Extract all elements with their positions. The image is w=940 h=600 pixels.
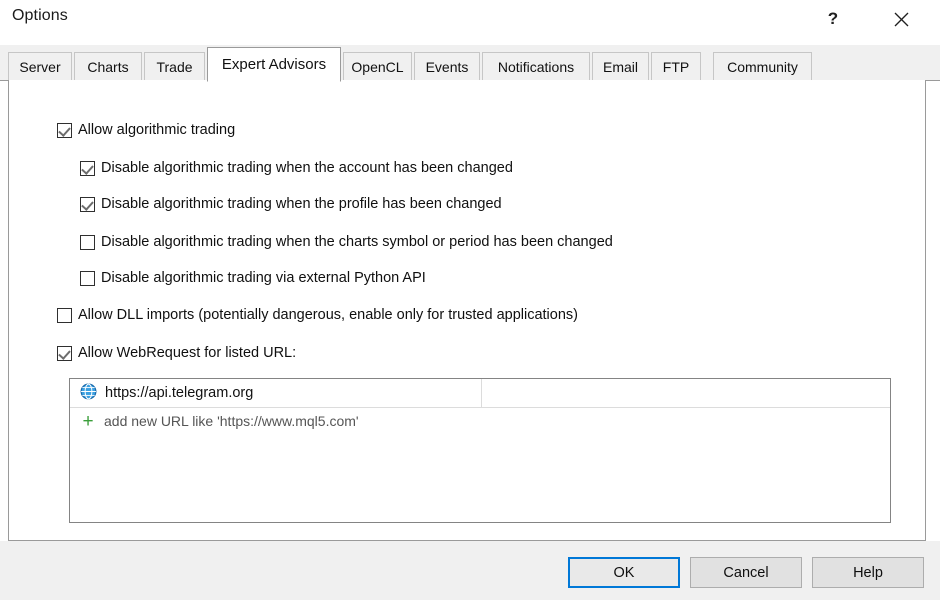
checkbox-row-disable-on-profile-change[interactable]: Disable algorithmic trading when the pro… [80,196,502,212]
cancel-button-label: Cancel [723,564,769,581]
checkbox-label: Allow algorithmic trading [78,122,236,138]
checkbox-row-allow-algorithmic-trading[interactable]: Allow algorithmic trading [57,122,235,138]
ok-button[interactable]: OK [568,557,680,588]
checkbox-allow-dll-imports[interactable] [57,308,72,323]
help-button[interactable]: Help [812,557,924,588]
help-button-label: Help [853,564,883,581]
tab-expert-advisors[interactable]: Expert Advisors [207,47,341,82]
checkbox-label: Allow DLL imports (potentially dangerous… [78,307,578,323]
url-list-box[interactable]: https://api.telegram.org + add new URL l… [69,378,891,523]
url-value: https://api.telegram.org [105,385,254,401]
add-new-url-row[interactable]: + add new URL like 'https://www.mql5.com… [70,408,890,434]
tab-label: Charts [87,59,129,75]
checkbox-label: Disable algorithmic trading via external… [101,270,426,286]
checkbox-disable-on-symbol-period-change[interactable] [80,235,95,250]
tab-label: Trade [156,59,193,75]
close-icon[interactable] [878,0,924,38]
tab-label: FTP [662,59,690,75]
url-list-item[interactable]: https://api.telegram.org [70,379,890,408]
tab-strip: Server Charts Trade Expert Advisors Open… [0,45,940,82]
tab-label: Notifications [497,59,575,75]
checkbox-row-allow-dll-imports[interactable]: Allow DLL imports (potentially dangerous… [57,307,578,323]
checkbox-label: Disable algorithmic trading when the pro… [101,196,502,212]
tab-label: Email [602,59,638,75]
checkbox-disable-python-api[interactable] [80,271,95,286]
checkbox-label: Allow WebRequest for listed URL: [78,345,297,361]
checkbox-row-disable-on-symbol-period-change[interactable]: Disable algorithmic trading when the cha… [80,234,613,250]
dialog-footer: OK Cancel Help [0,541,940,600]
tab-email[interactable]: Email [592,52,649,81]
tab-label: OpenCL [351,59,404,75]
checkbox-disable-on-profile-change[interactable] [80,197,95,212]
tab-notifications[interactable]: Notifications [482,52,590,81]
tab-ftp[interactable]: FTP [651,52,701,81]
tab-label: Events [425,59,469,75]
checkbox-allow-webrequest[interactable] [57,346,72,361]
cancel-button[interactable]: Cancel [690,557,802,588]
tab-community[interactable]: Community [713,52,812,81]
ok-button-label: OK [613,564,635,581]
plus-icon[interactable]: + [81,412,95,431]
url-column-divider [481,379,482,408]
checkbox-allow-algorithmic-trading[interactable] [57,123,72,138]
tab-charts[interactable]: Charts [74,52,142,81]
tab-events[interactable]: Events [414,52,480,81]
tab-server[interactable]: Server [8,52,72,81]
help-question-icon[interactable]: ? [810,0,856,38]
checkbox-disable-on-account-change[interactable] [80,161,95,176]
window-title: Options [12,7,68,24]
checkbox-row-disable-python-api[interactable]: Disable algorithmic trading via external… [80,270,426,286]
tab-label: Server [19,59,61,75]
add-new-url-hint: add new URL like 'https://www.mql5.com' [104,413,359,429]
tab-label: Community [727,59,798,75]
checkbox-label: Disable algorithmic trading when the acc… [101,160,513,176]
checkbox-row-allow-webrequest[interactable]: Allow WebRequest for listed URL: [57,345,296,361]
tab-label: Expert Advisors [221,56,327,73]
tab-trade[interactable]: Trade [144,52,205,81]
title-bar: Options ? [0,0,940,45]
globe-icon [80,383,97,403]
expert-advisors-panel: Allow algorithmic trading Disable algori… [8,80,926,541]
checkbox-label: Disable algorithmic trading when the cha… [101,234,613,250]
tab-opencl[interactable]: OpenCL [343,52,412,81]
checkbox-row-disable-on-account-change[interactable]: Disable algorithmic trading when the acc… [80,160,513,176]
